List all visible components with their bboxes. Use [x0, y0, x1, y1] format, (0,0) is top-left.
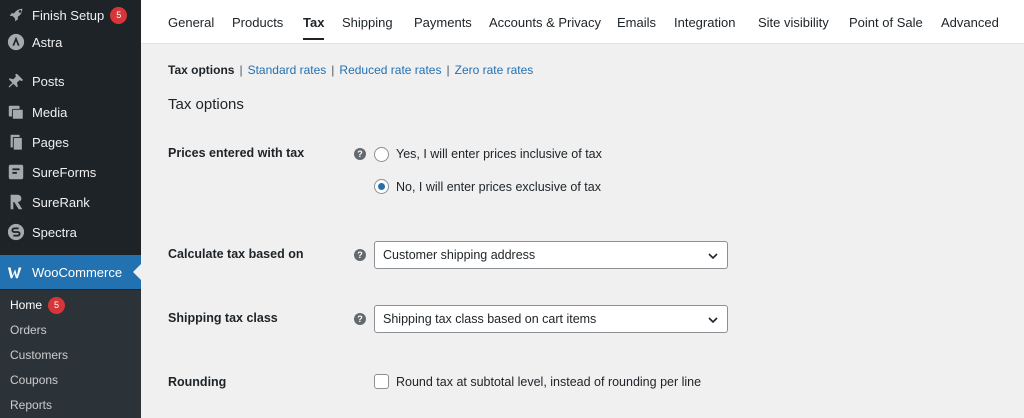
sidebar-item-sureforms[interactable]: SureForms [0, 157, 141, 187]
submenu-item-coupons[interactable]: Coupons [10, 370, 58, 390]
help-icon[interactable]: ? [354, 249, 366, 261]
subnav-separator: | [446, 63, 450, 77]
current-menu-arrow [133, 264, 141, 280]
sidebar-item-media[interactable]: Media [0, 97, 141, 127]
subnav-separator: | [331, 63, 335, 77]
home-count-badge: 5 [48, 296, 66, 314]
surerank-icon [6, 192, 26, 212]
sureforms-icon [6, 162, 26, 182]
media-icon [6, 102, 26, 122]
radio-prices-inclusive-label[interactable]: Yes, I will enter prices inclusive of ta… [396, 147, 602, 161]
pages-icon [6, 132, 26, 152]
submenu-item-reports[interactable]: Reports [10, 395, 52, 415]
tab-shipping[interactable]: Shipping [342, 0, 393, 44]
sidebar-item-woocommerce[interactable]: WooCommerce [0, 255, 141, 289]
submenu-item-home[interactable]: Home 5 [10, 295, 66, 315]
woocommerce-submenu: Home 5 Orders Customers Coupons Reports [0, 290, 141, 418]
tab-tax[interactable]: Tax [303, 0, 325, 44]
spectra-icon [6, 222, 26, 242]
radio-prices-inclusive[interactable] [374, 147, 389, 162]
submenu-item-label: Coupons [10, 373, 59, 387]
submenu-item-label: Home [10, 298, 43, 312]
submenu-item-label: Customers [10, 348, 69, 362]
admin-sidebar: Finish Setup 5 Astra Posts Media Pages S… [0, 0, 141, 418]
rounding-checkbox[interactable] [374, 374, 389, 389]
sidebar-item-posts[interactable]: Posts [0, 66, 141, 96]
sidebar-item-pages[interactable]: Pages [0, 127, 141, 157]
sidebar-item-astra[interactable]: Astra [0, 27, 141, 57]
submenu-item-label: Reports [10, 398, 53, 412]
chevron-down-icon [708, 253, 718, 260]
sidebar-item-finish-setup[interactable]: Finish Setup 5 [0, 0, 141, 30]
tab-emails[interactable]: Emails [617, 0, 656, 44]
settings-tabs: General Products Tax Shipping Payments A… [141, 0, 1024, 44]
tab-advanced[interactable]: Advanced [941, 0, 999, 44]
update-count-badge: 5 [110, 6, 128, 24]
sidebar-item-spectra[interactable]: Spectra [0, 217, 141, 247]
tab-site-visibility[interactable]: Site visibility [758, 0, 829, 44]
tab-general[interactable]: General [168, 0, 214, 44]
subnav-link-reduced-rate-rates[interactable]: Reduced rate rates [339, 63, 441, 77]
subnav-link-zero-rate-rates[interactable]: Zero rate rates [455, 63, 534, 77]
section-title: Tax options [168, 96, 244, 113]
subnav-current: Tax options [168, 63, 235, 77]
radio-prices-exclusive-label[interactable]: No, I will enter prices exclusive of tax [396, 180, 601, 194]
help-icon[interactable]: ? [354, 313, 366, 325]
chevron-down-icon [708, 317, 718, 324]
tab-point-of-sale[interactable]: Point of Sale [849, 0, 923, 44]
rounding-checkbox-label[interactable]: Round tax at subtotal level, instead of … [396, 375, 701, 389]
sidebar-item-label: WooCommerce [32, 264, 123, 280]
sidebar-item-surerank[interactable]: SureRank [0, 187, 141, 217]
tab-integration[interactable]: Integration [674, 0, 735, 44]
help-icon[interactable]: ? [354, 148, 366, 160]
tax-subnav: Tax options | Standard rates | Reduced r… [168, 62, 533, 78]
submenu-item-orders[interactable]: Orders [10, 320, 47, 340]
subnav-link-standard-rates[interactable]: Standard rates [248, 63, 327, 77]
sidebar-item-label: Pages [32, 134, 69, 150]
astra-icon [6, 32, 26, 52]
radio-prices-exclusive[interactable] [374, 179, 389, 194]
tab-accounts-privacy[interactable]: Accounts & Privacy [489, 0, 601, 44]
sidebar-item-label: Media [32, 104, 68, 120]
sidebar-item-label: SureForms [32, 164, 97, 180]
shipping-tax-class-label: Shipping tax class [168, 311, 278, 325]
subnav-separator: | [239, 63, 243, 77]
calculate-tax-select[interactable]: Customer shipping address [374, 241, 728, 269]
tab-payments[interactable]: Payments [414, 0, 472, 44]
shipping-tax-class-select[interactable]: Shipping tax class based on cart items [374, 305, 728, 333]
submenu-item-label: Orders [10, 323, 47, 337]
submenu-item-customers[interactable]: Customers [10, 345, 68, 365]
sidebar-item-label: Posts [32, 73, 65, 89]
prices-entered-label: Prices entered with tax [168, 146, 305, 160]
sidebar-item-label: Spectra [32, 224, 77, 240]
calculate-tax-label: Calculate tax based on [168, 247, 304, 261]
sidebar-item-label: Finish Setup [32, 7, 105, 23]
shipping-tax-class-value: Shipping tax class based on cart items [383, 312, 597, 326]
woocommerce-icon [6, 262, 26, 282]
rocket-icon [6, 5, 26, 25]
pushpin-icon [6, 71, 26, 91]
sidebar-item-label: Astra [32, 34, 63, 50]
rounding-label: Rounding [168, 375, 227, 389]
calculate-tax-value: Customer shipping address [383, 248, 536, 262]
tab-products[interactable]: Products [232, 0, 283, 44]
sidebar-item-label: SureRank [32, 194, 90, 210]
